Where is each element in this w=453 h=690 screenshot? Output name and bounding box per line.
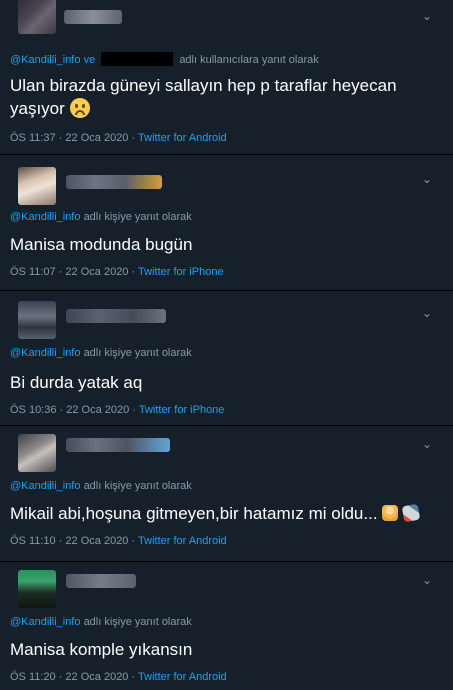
redacted-handle (101, 52, 174, 66)
reply-context: @Kandilli_info adlı kişiye yanıt olarak (10, 616, 443, 628)
tweet-text: Mikail abi,hoşuna gitmeyen,bir hatamız m… (10, 502, 443, 525)
reply-handle-link[interactable]: @Kandilli_info (10, 616, 81, 628)
avatar[interactable] (18, 570, 56, 608)
chevron-down-icon[interactable]: ⌄ (419, 436, 435, 452)
tweet[interactable]: ⌄ @Kandilli_info adlı kişiye yanıt olara… (0, 426, 453, 562)
tweet-header: ⌄ (10, 155, 443, 211)
avatar[interactable] (18, 301, 56, 339)
tweet-time[interactable]: ÖS 10:36 · 22 Oca 2020 · (10, 404, 139, 416)
reply-suffix: adlı kişiye yanıt olarak (83, 211, 192, 223)
avatar[interactable] (18, 0, 56, 34)
display-name-blurred[interactable] (66, 574, 136, 588)
tweet-header: ⌄ (10, 562, 443, 616)
tweet-time[interactable]: ÖS 11:20 · 22 Oca 2020 · (10, 671, 138, 683)
reply-suffix: adlı kişiye yanıt olarak (83, 616, 192, 628)
rocket-emoji-icon (401, 503, 421, 523)
tweet-time[interactable]: ÖS 11:10 · 22 Oca 2020 · (10, 535, 138, 547)
tweet[interactable]: ⌄ @Kandilli_info adlı kişiye yanıt olara… (0, 155, 453, 291)
reply-suffix: adlı kişiye yanıt olarak (83, 480, 192, 492)
tweet-time[interactable]: ÖS 11:37 · 22 Oca 2020 · (10, 132, 138, 144)
tweet-text: Ulan birazda güneyi sallayın hep p taraf… (10, 74, 443, 120)
tweet-meta: ÖS 11:07 · 22 Oca 2020 · Twitter for iPh… (10, 266, 443, 278)
reply-suffix: adlı kullanıcılara yanıt olarak (179, 54, 319, 66)
tweet-text: Manisa komple yıkansın (10, 640, 193, 659)
tweet-meta: ÖS 10:36 · 22 Oca 2020 · Twitter for iPh… (10, 404, 443, 416)
chevron-down-icon[interactable]: ⌄ (419, 572, 435, 588)
tweet[interactable]: ⌄ @Kandilli_info adlı kişiye yanıt olara… (0, 291, 453, 426)
reply-context: @Kandilli_info adlı kişiye yanıt olarak (10, 211, 443, 223)
avatar[interactable] (18, 434, 56, 472)
tweet-source-link[interactable]: Twitter for Android (138, 535, 227, 547)
display-name-blurred[interactable] (64, 10, 122, 24)
display-name-blurred[interactable] (66, 438, 170, 452)
tweet-header: ⌄ (10, 0, 443, 44)
tweet-source-link[interactable]: Twitter for Android (138, 132, 227, 144)
tweet-meta: ÖS 11:37 · 22 Oca 2020 · Twitter for And… (10, 132, 443, 144)
reply-context: @Kandilli_info adlı kişiye yanıt olarak (10, 347, 443, 359)
tweet-header: ⌄ (10, 426, 443, 480)
tweet-meta: ÖS 11:20 · 22 Oca 2020 · Twitter for And… (10, 671, 443, 683)
reply-handle-link[interactable]: @Kandilli_info (10, 54, 81, 66)
reply-context: @Kandilli_info adlı kişiye yanıt olarak (10, 480, 443, 492)
tweet-source-link[interactable]: Twitter for iPhone (138, 266, 224, 278)
tweet-meta: ÖS 11:10 · 22 Oca 2020 · Twitter for And… (10, 535, 443, 547)
tweet-text-content: Mikail abi,hoşuna gitmeyen,bir hatamız m… (10, 504, 378, 523)
tweet-header: ⌄ (10, 291, 443, 347)
tweet-text-content: Ulan birazda güneyi sallayın hep p taraf… (10, 76, 397, 118)
chevron-down-icon[interactable]: ⌄ (419, 305, 435, 321)
tweet-text: Bi durda yatak aq (10, 373, 143, 392)
display-name-blurred[interactable] (66, 309, 166, 323)
chevron-down-icon[interactable]: ⌄ (419, 8, 435, 24)
person-emoji-icon (382, 505, 399, 521)
tweet-time[interactable]: ÖS 11:07 · 22 Oca 2020 · (10, 266, 138, 278)
tweet-text: Manisa modunda bugün (10, 235, 193, 254)
reply-context: @Kandilli_info ve adlı kullanıcılara yan… (10, 52, 443, 66)
tweet-source-link[interactable]: Twitter for iPhone (139, 404, 225, 416)
reply-handle-link[interactable]: @Kandilli_info (10, 211, 81, 223)
frowning-face-icon (69, 98, 90, 118)
avatar[interactable] (18, 167, 56, 205)
tweet[interactable]: ⌄ @Kandilli_info adlı kişiye yanıt olara… (0, 562, 453, 690)
tweet[interactable]: ⌄ @Kandilli_info ve adlı kullanıcılara y… (0, 0, 453, 155)
reply-handle-link[interactable]: @Kandilli_info (10, 480, 81, 492)
display-name-blurred[interactable] (66, 175, 162, 189)
reply-suffix: adlı kişiye yanıt olarak (83, 347, 192, 359)
chevron-down-icon[interactable]: ⌄ (419, 171, 435, 187)
tweet-source-link[interactable]: Twitter for Android (138, 671, 227, 683)
reply-connector: ve (83, 54, 96, 66)
reply-handle-link[interactable]: @Kandilli_info (10, 347, 81, 359)
